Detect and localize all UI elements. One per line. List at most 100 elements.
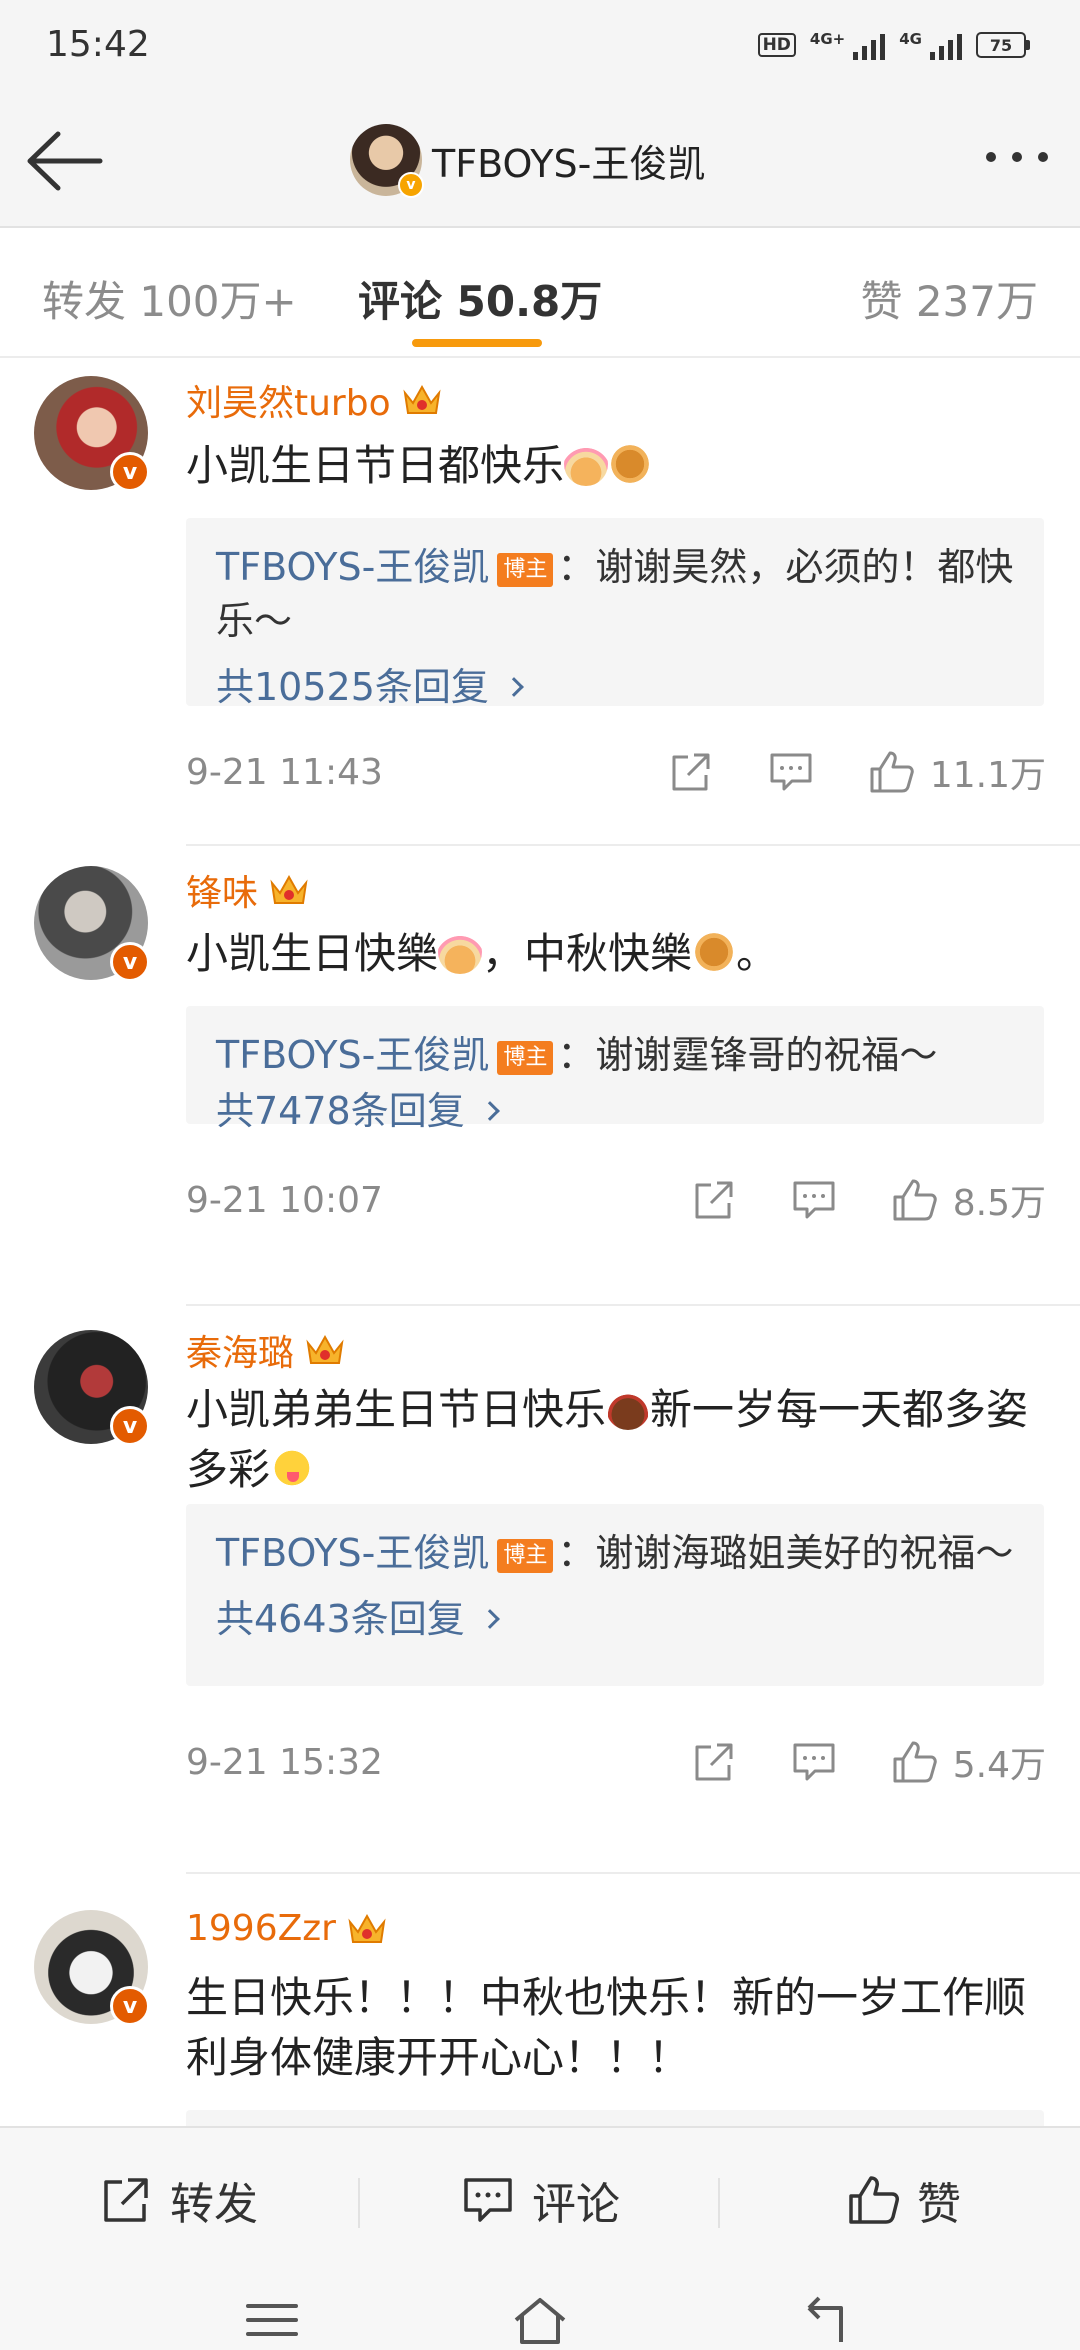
repost-button[interactable]: 转发 xyxy=(98,2168,258,2232)
comment-text-part3: 。 xyxy=(736,929,779,978)
commenter-name[interactable]: 1996Zzr xyxy=(186,1908,336,1949)
crown-icon xyxy=(348,1913,386,1943)
status-bar: 15:42 HD 4G+ 4G 75 xyxy=(0,0,1080,96)
birthday-cake-emoji-icon xyxy=(564,442,609,486)
like-count: 11.1万 xyxy=(929,755,1046,796)
reply-box[interactable]: TFBOYS-王俊凯 博主 ：谢谢海璐姐美好的祝福～ 共4643条回复 xyxy=(186,1504,1044,1686)
share-icon xyxy=(104,2178,148,2222)
share-icon[interactable] xyxy=(689,1737,739,1787)
status-icons: HD 4G+ 4G 75 xyxy=(757,30,1030,60)
like-button[interactable]: 赞 xyxy=(845,2168,961,2232)
tab-repost[interactable]: 转发 100万+ xyxy=(42,268,297,329)
comment-text: 生日快乐！！！中秋也快乐！新的一岁工作顺利身体健康开开心心！！！ xyxy=(186,1973,1027,2082)
avatar[interactable]: v xyxy=(34,1910,150,2026)
system-nav-bar xyxy=(0,2276,1080,2350)
battery-icon: 75 xyxy=(976,32,1030,58)
comment-time: 9-21 10:07 xyxy=(186,1179,383,1221)
back-icon[interactable] xyxy=(795,2294,855,2344)
chevron-right-icon xyxy=(479,1609,500,1629)
like-count: 8.5万 xyxy=(952,1183,1046,1224)
network-label-1: 4G+ xyxy=(809,30,846,48)
verified-badge-icon: v xyxy=(110,1406,150,1446)
share-icon[interactable] xyxy=(689,1175,739,1225)
reply-count-link[interactable]: 共4643条回复 xyxy=(216,1592,1014,1646)
comment-button[interactable]: 评论 xyxy=(460,2168,620,2232)
reply-text: ：谢谢海璐姐美好的祝福～ xyxy=(557,1531,1014,1575)
hd-icon: HD xyxy=(757,33,796,57)
comment-meta: 9-21 15:32 5.4万 xyxy=(186,1732,1046,1792)
tab-bar: 转发 100万+ 评论 50.8万 赞 237万 xyxy=(0,228,1080,358)
thumbs-up-icon[interactable] xyxy=(889,1737,939,1787)
comment-text: 小凯弟弟生日节日快乐 新一岁每一天都多姿多彩 xyxy=(186,1380,1046,1500)
crown-icon xyxy=(306,1334,344,1364)
comment-name-row: 秦海璐 xyxy=(186,1324,346,1376)
avatar[interactable]: v xyxy=(350,124,424,198)
reply-line: TFBOYS-王俊凯 博主 ：谢谢昊然，必须的！都快乐～ xyxy=(216,540,1014,648)
battery-level: 75 xyxy=(976,32,1026,58)
comment-icon[interactable] xyxy=(789,1737,839,1787)
thumbs-up-icon[interactable] xyxy=(866,747,916,797)
comment-name-row: 1996Zzr xyxy=(186,1908,388,1949)
avatar[interactable]: v xyxy=(34,376,150,492)
comment-time: 9-21 15:32 xyxy=(186,1741,383,1783)
bottom-action-bar: 转发 评论 赞 xyxy=(0,2126,1080,2276)
home-icon[interactable] xyxy=(510,2294,570,2344)
reply-author[interactable]: TFBOYS-王俊凯 xyxy=(216,1531,489,1575)
comment-text-part2: ，中秋快樂 xyxy=(482,929,693,978)
comment-text-part1: 小凯生日快樂 xyxy=(186,929,439,978)
avatar[interactable]: v xyxy=(34,866,150,982)
reply-box[interactable]: TFBOYS-王俊凯 博主 ：谢谢霆锋哥的祝福～ 共7478条回复 xyxy=(186,1006,1044,1133)
comment-icon[interactable] xyxy=(789,1175,839,1225)
share-icon[interactable] xyxy=(666,747,716,797)
status-time: 15:42 xyxy=(46,24,150,65)
reply-box[interactable] xyxy=(186,2110,1044,2126)
reply-count-link[interactable]: 共10525条回复 xyxy=(216,660,1014,714)
reply-count: 共4643条回复 xyxy=(216,1597,465,1641)
page-title: TFBOYS-王俊凯 xyxy=(432,141,706,186)
reply-author[interactable]: TFBOYS-王俊凯 xyxy=(216,1033,489,1077)
header: v TFBOYS-王俊凯 xyxy=(0,96,1080,228)
comment-item: v 1996Zzr 生日快乐！！！中秋也快乐！新的一岁工作顺利身体健康开开心心！… xyxy=(0,1874,1080,2126)
blogger-badge: 博主 xyxy=(497,1041,554,1075)
verified-badge-icon: v xyxy=(110,1986,150,2026)
tongue-out-emoji-icon xyxy=(270,1446,315,1490)
verified-badge-icon: v xyxy=(110,452,150,492)
comment-label: 评论 xyxy=(532,2179,620,2230)
reply-author[interactable]: TFBOYS-王俊凯 xyxy=(216,545,489,589)
separator xyxy=(358,2178,360,2228)
avatar[interactable]: v xyxy=(34,1330,150,1446)
menu-icon[interactable] xyxy=(242,2294,302,2344)
tab-indicator xyxy=(412,339,542,347)
reply-box[interactable]: TFBOYS-王俊凯 博主 ：谢谢昊然，必须的！都快乐～ 共10525条回复 xyxy=(186,518,1044,709)
chevron-right-icon xyxy=(503,677,524,697)
signal-icon xyxy=(853,30,886,60)
verified-badge-icon: v xyxy=(398,172,424,198)
back-arrow-icon[interactable] xyxy=(24,126,104,196)
divider xyxy=(186,844,1080,846)
reply-line: TFBOYS-王俊凯 博主 ：谢谢霆锋哥的祝福～ xyxy=(216,1028,1014,1082)
commenter-name[interactable]: 秦海璐 xyxy=(186,1324,294,1376)
comment-text-part1: 小凯弟弟生日节日快乐 xyxy=(186,1385,607,1434)
comment-icon[interactable] xyxy=(766,747,816,797)
birthday-cake-emoji-icon xyxy=(438,930,483,974)
chocolate-cake-emoji-icon xyxy=(606,1386,651,1430)
verified-badge-icon: v xyxy=(110,942,150,982)
commenter-name[interactable]: 锋味 xyxy=(186,864,258,916)
tab-like[interactable]: 赞 237万 xyxy=(860,268,1038,329)
comment-meta: 9-21 11:43 11.1万 xyxy=(186,742,1046,802)
reply-line: TFBOYS-王俊凯 博主 ：谢谢海璐姐美好的祝福～ xyxy=(216,1526,1014,1580)
commenter-name[interactable]: 刘昊然turbo xyxy=(186,374,391,426)
more-dots-icon[interactable] xyxy=(986,152,1048,162)
reply-count-link[interactable]: 共7478条回复 xyxy=(216,1084,1014,1138)
blogger-badge: 博主 xyxy=(497,1539,554,1573)
comment-text: 小凯生日节日都快乐 xyxy=(186,436,1046,496)
network-label-2: 4G xyxy=(899,30,922,48)
comment-item: v 秦海璐 小凯弟弟生日节日快乐 新一岁每一天都多姿多彩 TFBOYS-王俊凯 博主… xyxy=(0,1306,1080,1882)
separator xyxy=(718,2178,720,2228)
crown-icon xyxy=(403,384,441,414)
header-profile[interactable]: v TFBOYS-王俊凯 xyxy=(350,124,706,198)
reply-count: 共10525条回复 xyxy=(216,665,489,709)
like-count: 5.4万 xyxy=(952,1745,1046,1786)
comment-actions: 5.4万 xyxy=(639,1732,1046,1792)
thumbs-up-icon[interactable] xyxy=(889,1175,939,1225)
